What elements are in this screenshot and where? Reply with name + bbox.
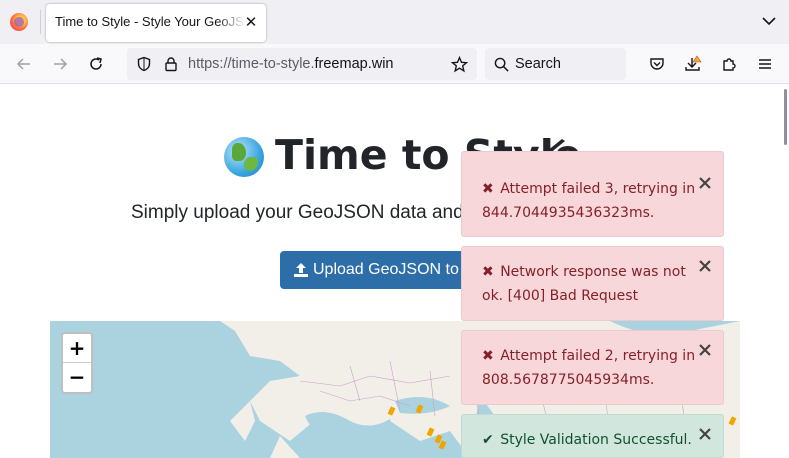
tab-title: Time to Style - Style Your GeoJSON bbox=[55, 14, 245, 29]
page-subtitle: Simply upload your GeoJSON data and bbox=[131, 202, 464, 223]
back-arrow-icon[interactable] bbox=[12, 52, 36, 76]
toast-error: ✖ Attempt failed 2, retrying in 808.5678… bbox=[461, 330, 724, 405]
toast-text: Style Validation Successful. bbox=[500, 432, 692, 448]
search-icon bbox=[494, 57, 509, 72]
scrollbar-thumb[interactable] bbox=[784, 89, 787, 145]
tab-close-icon[interactable]: ✕ bbox=[242, 13, 260, 31]
error-x-icon: ✖ bbox=[482, 348, 494, 364]
toast-text: Network response was not ok. [400] Bad R… bbox=[482, 264, 686, 304]
toast-message: ✖ Attempt failed 3, retrying in 844.7044… bbox=[482, 177, 697, 225]
upload-icon bbox=[294, 263, 308, 277]
pocket-icon[interactable] bbox=[645, 52, 669, 76]
zoom-out-button[interactable]: − bbox=[63, 363, 91, 392]
shield-icon[interactable] bbox=[136, 56, 152, 72]
close-icon[interactable] bbox=[697, 426, 713, 442]
url-text: https://time-to-style.freemap.win bbox=[188, 56, 394, 72]
toast-error: ✖ Attempt failed 3, retrying in 844.7044… bbox=[461, 151, 724, 237]
toast-message: ✖ Attempt failed 2, retrying in 808.5678… bbox=[482, 344, 697, 392]
search-input[interactable]: Search bbox=[485, 48, 626, 80]
close-icon[interactable] bbox=[697, 258, 713, 274]
search-placeholder: Search bbox=[515, 56, 561, 72]
globe-icon bbox=[224, 137, 264, 177]
page-scrollbar[interactable] bbox=[781, 85, 789, 458]
url-bar[interactable]: https://time-to-style.freemap.win bbox=[127, 48, 477, 80]
nav-bar: https://time-to-style.freemap.win Search bbox=[0, 44, 789, 84]
toast-text: Attempt failed 3, retrying in 844.704493… bbox=[482, 181, 696, 221]
error-x-icon: ✖ bbox=[482, 264, 494, 280]
toast-message: ✔ Style Validation Successful. bbox=[482, 428, 707, 452]
bookmark-star-icon[interactable] bbox=[451, 56, 468, 73]
close-icon[interactable] bbox=[697, 175, 713, 191]
active-tab[interactable]: Time to Style - Style Your GeoJSON ✕ bbox=[46, 4, 266, 42]
toast-message: ✖ Network response was not ok. [400] Bad… bbox=[482, 260, 697, 308]
close-icon[interactable] bbox=[697, 342, 713, 358]
tab-list-chevron-icon[interactable] bbox=[760, 12, 778, 30]
downloads-icon[interactable] bbox=[681, 52, 705, 76]
check-icon: ✔ bbox=[482, 432, 494, 448]
firefox-icon[interactable] bbox=[10, 13, 28, 31]
toast-success: ✔ Style Validation Successful. bbox=[461, 414, 724, 458]
forward-arrow-icon[interactable] bbox=[48, 52, 72, 76]
extensions-icon[interactable] bbox=[717, 52, 741, 76]
error-x-icon: ✖ bbox=[482, 181, 494, 197]
toast-text: Attempt failed 2, retrying in 808.567877… bbox=[482, 348, 696, 388]
reload-icon[interactable] bbox=[84, 52, 108, 76]
zoom-in-button[interactable]: + bbox=[63, 334, 91, 363]
tab-separator bbox=[40, 10, 41, 34]
zoom-control: + − bbox=[61, 332, 93, 394]
menu-hamburger-icon[interactable] bbox=[753, 52, 777, 76]
tab-bar: Time to Style - Style Your GeoJSON ✕ bbox=[0, 0, 789, 44]
toast-error: ✖ Network response was not ok. [400] Bad… bbox=[461, 246, 724, 321]
lock-icon[interactable] bbox=[163, 56, 179, 72]
